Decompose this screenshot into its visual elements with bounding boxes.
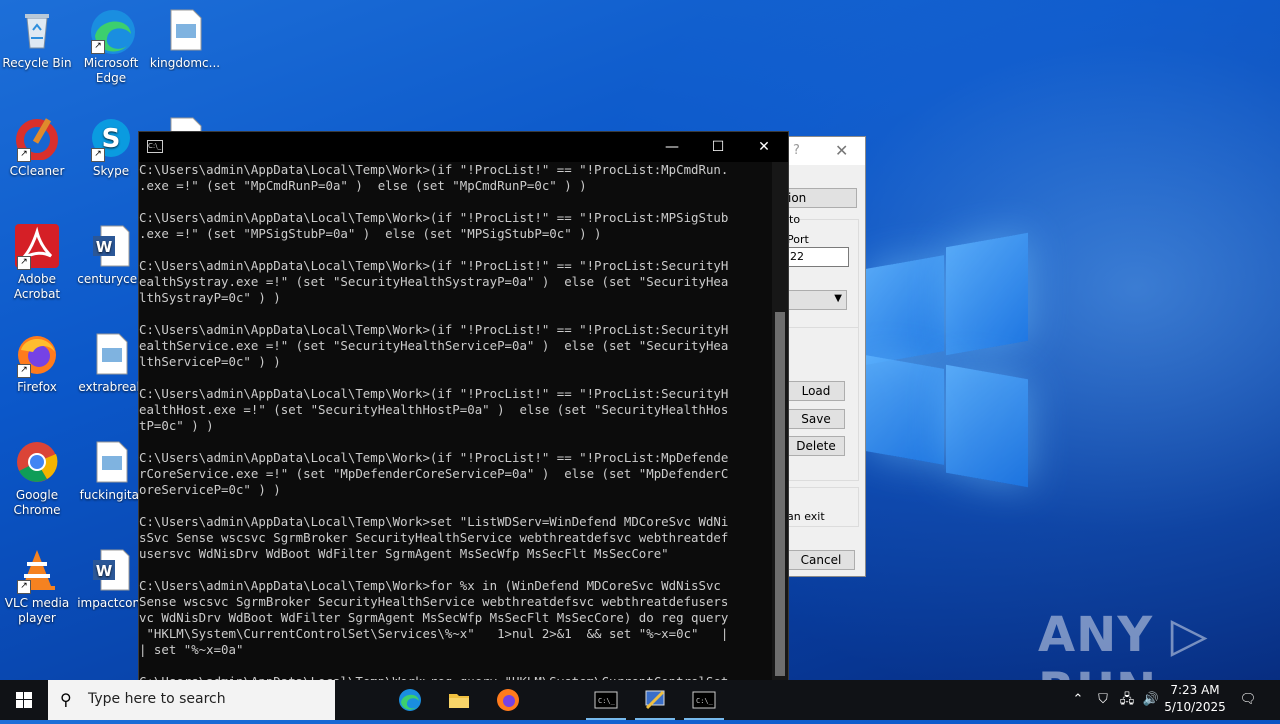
svg-text:C:\_: C:\_ bbox=[598, 697, 616, 705]
desktop-icon-label: centurycen bbox=[77, 272, 145, 286]
chrome-icon bbox=[15, 440, 59, 484]
desktop-icon-label: CCleaner bbox=[9, 164, 65, 178]
notifications-icon[interactable]: 🗨 bbox=[1236, 680, 1260, 720]
desktop-icon-label: impactcont bbox=[77, 596, 145, 610]
firefox-icon: ↗ bbox=[15, 332, 59, 378]
desktop-icon-label: Microsoft Edge bbox=[83, 56, 139, 85]
port-label: Port bbox=[787, 233, 809, 246]
exit-option-label: an exit bbox=[787, 510, 825, 523]
taskbar-search-box[interactable]: ⚲ Type here to search bbox=[48, 680, 335, 720]
desktop-icon-google-chrome[interactable]: Google Chrome bbox=[0, 440, 74, 518]
word-document-icon: W bbox=[89, 548, 133, 592]
console-scrollbar[interactable] bbox=[772, 162, 788, 681]
console-titlebar[interactable]: C:\_ — ☐ ✕ bbox=[139, 132, 788, 162]
file-icon bbox=[163, 116, 207, 132]
desktop-icon-adobe-acrobat[interactable]: ↗ Adobe Acrobat bbox=[0, 224, 74, 302]
clock-date: 5/10/2025 bbox=[1164, 700, 1226, 714]
shortcut-arrow-icon: ↗ bbox=[17, 256, 31, 270]
maximize-button[interactable]: ☐ bbox=[695, 136, 741, 158]
delete-button[interactable]: Delete bbox=[787, 436, 845, 456]
desktop-icon-impactcont[interactable]: W impactcont bbox=[74, 548, 148, 611]
taskbar-tool-app[interactable] bbox=[631, 680, 679, 720]
taskbar-firefox[interactable] bbox=[484, 680, 532, 720]
shortcut-arrow-icon: ↗ bbox=[17, 580, 31, 594]
scrollbar-thumb[interactable] bbox=[775, 312, 785, 676]
image-file-icon bbox=[89, 440, 133, 484]
desktop-icon-centurycen[interactable]: W centurycen bbox=[74, 224, 148, 287]
chevron-up-icon[interactable]: ⌃ bbox=[1068, 680, 1088, 720]
svg-text:W: W bbox=[96, 238, 113, 256]
network-tool-icon bbox=[645, 690, 665, 710]
vlc-cone-icon: ↗ bbox=[15, 548, 59, 594]
clock-time: 7:23 AM bbox=[1170, 683, 1220, 697]
desktop-icon-label: Google Chrome bbox=[13, 488, 61, 517]
word-document-icon: W bbox=[89, 224, 133, 268]
command-prompt-window[interactable]: C:\_ — ☐ ✕ C:\Users\admin\AppData\Local\… bbox=[138, 131, 789, 682]
windows-logo-icon bbox=[16, 692, 32, 708]
help-button[interactable]: ? bbox=[793, 143, 800, 158]
console-output[interactable]: C:\Users\admin\AppData\Local\Temp\Work>(… bbox=[139, 162, 771, 681]
group-label: to bbox=[789, 213, 801, 226]
skype-icon: S ↗ bbox=[89, 116, 133, 162]
desktop-icon-fuckingital[interactable]: fuckingital bbox=[74, 440, 148, 503]
port-input[interactable]: 22 bbox=[787, 247, 849, 267]
taskbar: ⚲ Type here to search C:\_ C:\_ ⌃ ⛉ 🖧 🔊 … bbox=[0, 680, 1280, 720]
ccleaner-icon: ↗ bbox=[15, 116, 59, 162]
dialog-close-button[interactable]: ✕ bbox=[835, 141, 848, 160]
desktop-icon-firefox[interactable]: ↗ Firefox bbox=[0, 332, 74, 395]
search-input[interactable]: Type here to search bbox=[88, 691, 226, 707]
image-file-icon bbox=[163, 8, 207, 52]
minimize-button[interactable]: — bbox=[649, 136, 695, 158]
start-button[interactable] bbox=[0, 680, 48, 720]
cmd-icon: C:\_ bbox=[692, 691, 716, 709]
cmd-icon: C:\_ bbox=[594, 691, 618, 709]
shortcut-arrow-icon: ↗ bbox=[17, 364, 31, 378]
desktop-icon-recycle-bin[interactable]: Recycle Bin bbox=[0, 8, 74, 71]
load-button[interactable]: Load bbox=[787, 381, 845, 401]
edge-icon: ↗ bbox=[89, 8, 135, 54]
svg-text:C:\_: C:\_ bbox=[696, 697, 714, 705]
recycle-bin-icon bbox=[15, 8, 59, 52]
acrobat-icon: ↗ bbox=[15, 224, 59, 270]
desktop-icon-label: Firefox bbox=[17, 380, 57, 394]
svg-text:W: W bbox=[96, 562, 113, 580]
shortcut-arrow-icon: ↗ bbox=[91, 40, 105, 54]
save-button[interactable]: Save bbox=[787, 409, 845, 429]
taskbar-cmd-second[interactable]: C:\_ bbox=[680, 680, 728, 720]
desktop-icon-edge[interactable]: ↗ Microsoft Edge bbox=[74, 8, 148, 86]
taskbar-file-explorer[interactable] bbox=[435, 680, 483, 720]
desktop-icon-label: Skype bbox=[92, 164, 130, 178]
desktop-icon-skype[interactable]: S ↗ Skype bbox=[74, 116, 148, 179]
shortcut-arrow-icon: ↗ bbox=[17, 148, 31, 162]
taskbar-clock[interactable]: 7:23 AM 5/10/2025 bbox=[1155, 682, 1235, 716]
desktop-icon-label: kingdomc... bbox=[149, 56, 221, 70]
shortcut-arrow-icon: ↗ bbox=[91, 148, 105, 162]
taskbar-edge[interactable] bbox=[386, 680, 434, 720]
desktop-icon-kingdomc[interactable]: kingdomc... bbox=[148, 8, 222, 71]
cmd-icon: C:\_ bbox=[147, 140, 163, 153]
cancel-button[interactable]: Cancel bbox=[787, 550, 855, 570]
edge-icon bbox=[399, 689, 421, 711]
security-icon[interactable]: ⛉ bbox=[1092, 680, 1114, 720]
dialog-dropdown[interactable]: ▼ bbox=[787, 290, 847, 310]
dialog-tab-button[interactable]: ion bbox=[787, 188, 857, 208]
network-icon[interactable]: 🖧 bbox=[1116, 680, 1138, 720]
desktop-icon-label: Adobe Acrobat bbox=[13, 272, 61, 301]
search-icon: ⚲ bbox=[60, 690, 72, 709]
firefox-icon bbox=[497, 689, 519, 711]
image-file-icon bbox=[89, 332, 133, 376]
desktop-icon-label: VLC media player bbox=[4, 596, 70, 625]
desktop-icon-label: Recycle Bin bbox=[2, 56, 72, 70]
desktop-icon-ccleaner[interactable]: ↗ CCleaner bbox=[0, 116, 74, 179]
folder-icon bbox=[449, 694, 469, 708]
dialog-group-box bbox=[785, 327, 859, 481]
desktop-icon-vlc[interactable]: ↗ VLC media player bbox=[0, 548, 74, 626]
taskbar-cmd-active[interactable]: C:\_ bbox=[582, 680, 630, 720]
close-button[interactable]: ✕ bbox=[741, 136, 787, 158]
desktop-icon-extrabreak[interactable]: extrabreak bbox=[74, 332, 148, 395]
chevron-down-icon: ▼ bbox=[834, 293, 842, 304]
desktop-icon-label: extrabreak bbox=[78, 380, 144, 394]
desktop-icon-label: fuckingital bbox=[79, 488, 143, 502]
